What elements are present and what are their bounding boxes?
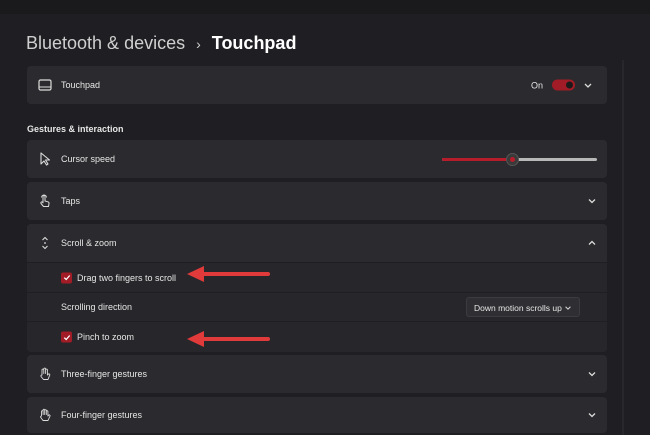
three-finger-gestures-label: Three-finger gestures (61, 369, 148, 379)
touchpad-toggle[interactable] (552, 79, 575, 91)
cursor-icon (37, 151, 53, 167)
chevron-down-icon[interactable] (587, 196, 597, 206)
four-finger-gestures-label: Four-finger gestures (61, 410, 143, 420)
touchpad-label: Touchpad (61, 80, 101, 90)
annotation-arrow-icon (187, 266, 270, 282)
three-finger-gestures-row[interactable]: Three-finger gestures (27, 355, 607, 393)
window-top-strip (0, 0, 650, 14)
pinch-to-zoom-row[interactable]: Pinch to zoom (27, 322, 607, 352)
checkmark-icon (63, 334, 70, 340)
three-finger-hand-icon (37, 366, 53, 382)
scroll-arrows-icon (37, 235, 53, 251)
drag-two-fingers-checkbox[interactable] (61, 272, 72, 283)
chevron-down-icon (565, 306, 571, 310)
pinch-to-zoom-label: Pinch to zoom (77, 332, 135, 342)
drag-two-fingers-row[interactable]: Drag two fingers to scroll (27, 263, 607, 292)
page-title: Touchpad (211, 33, 297, 53)
scrolling-direction-label: Scrolling direction (61, 302, 133, 312)
scrolling-direction-dropdown[interactable]: Down motion scrolls up (466, 297, 580, 317)
annotation-arrow-icon (187, 331, 270, 347)
breadcrumb-parent[interactable]: Bluetooth & devices (26, 33, 185, 54)
breadcrumb-separator: › (196, 35, 201, 52)
four-finger-hand-icon (37, 407, 53, 423)
slider-fill (442, 158, 512, 161)
scrolling-direction-value: Down motion scrolls up (474, 303, 562, 313)
touchpad-toggle-group: On (530, 79, 593, 91)
drag-two-fingers-label: Drag two fingers to scroll (77, 272, 177, 283)
taps-label: Taps (61, 196, 81, 206)
scroll-zoom-label: Scroll & zoom (61, 238, 117, 248)
checkmark-icon (63, 275, 70, 281)
cursor-speed-slider[interactable] (442, 153, 597, 166)
tap-hand-icon (37, 193, 53, 209)
taps-row[interactable]: Taps (27, 182, 607, 220)
touchpad-row[interactable]: Touchpad On (27, 66, 607, 104)
section-title: Gestures & interaction (27, 124, 124, 134)
pinch-to-zoom-checkbox[interactable] (61, 331, 72, 343)
scrollbar-track[interactable] (622, 60, 624, 435)
chevron-down-icon[interactable] (587, 369, 597, 379)
cursor-speed-label: Cursor speed (61, 154, 116, 164)
toggle-knob (566, 81, 573, 89)
four-finger-gestures-row[interactable]: Four-finger gestures (27, 397, 607, 433)
slider-thumb[interactable] (505, 153, 519, 166)
chevron-down-icon[interactable] (587, 410, 597, 420)
scroll-zoom-row[interactable]: Scroll & zoom (27, 224, 607, 262)
chevron-up-icon[interactable] (587, 238, 597, 248)
touchpad-toggle-state: On (530, 80, 543, 90)
breadcrumb: Bluetooth & devices › Touchpad (26, 33, 296, 54)
chevron-down-icon[interactable] (583, 80, 593, 90)
touchpad-icon (37, 77, 53, 93)
